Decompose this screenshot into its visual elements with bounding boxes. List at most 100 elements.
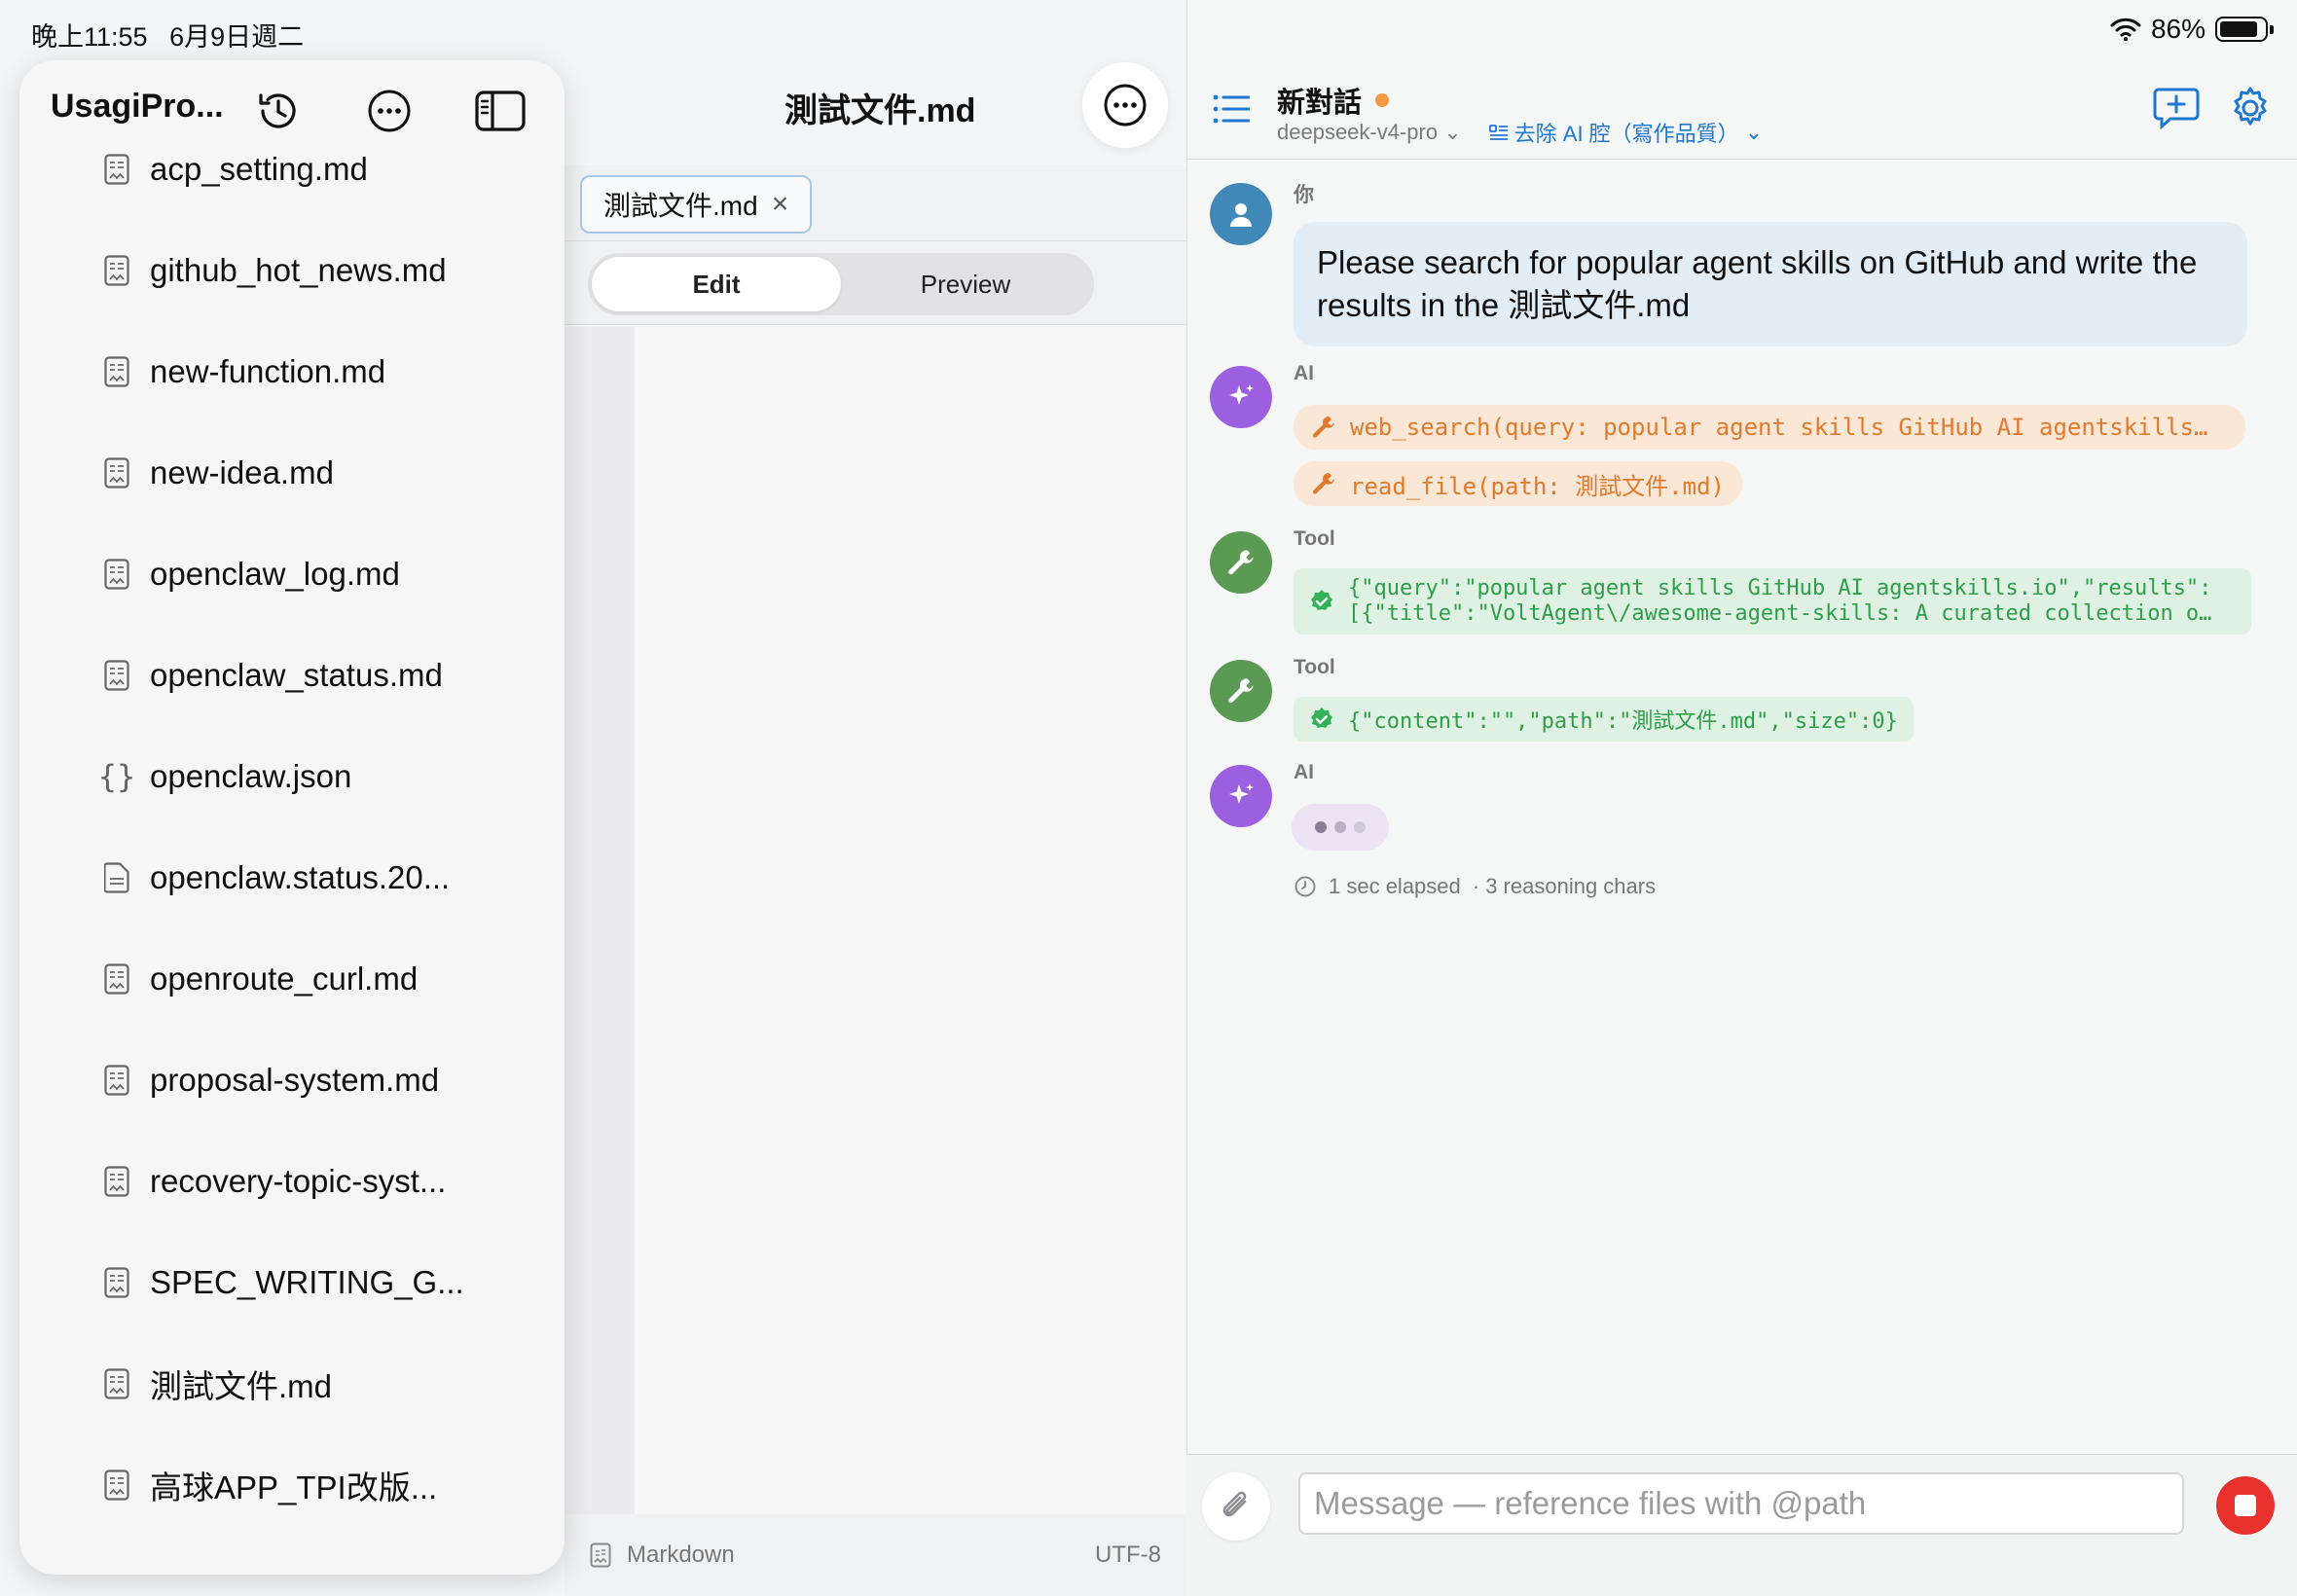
markdown-file-icon (101, 660, 132, 691)
file-item-label: openclaw_status.md (150, 657, 443, 693)
conversation-list-button[interactable] (1213, 93, 1251, 129)
file-item[interactable]: github_hot_news.md (101, 241, 447, 300)
tool-call-read-file[interactable]: read_file(path: 測試文件.md) (1294, 461, 1742, 506)
file-item[interactable]: new-function.md (101, 343, 385, 401)
history-button[interactable] (249, 82, 308, 140)
editor-title: 測試文件.md (784, 92, 976, 129)
sidebar-more-button[interactable] (360, 82, 419, 140)
file-item-label: proposal-system.md (150, 1062, 440, 1098)
tool-result-web-search[interactable]: {"query":"popular agent skills GitHub AI… (1294, 568, 2251, 635)
file-item-label: openclaw_log.md (150, 556, 400, 592)
elapsed-info: 1 sec elapsed · 3 reasoning chars (1294, 874, 1656, 899)
mode-segmented-control: Edit Preview (588, 253, 1094, 315)
tool-avatar (1210, 660, 1272, 722)
attach-button[interactable] (1202, 1472, 1270, 1541)
file-item-label: openclaw.json (150, 758, 352, 794)
wrench-icon (1312, 417, 1334, 438)
wrench-icon (1228, 550, 1254, 575)
user-role-label: 你 (1294, 184, 1314, 206)
markdown-file-icon (101, 356, 132, 387)
file-item[interactable]: openclaw.status.20... (101, 849, 450, 907)
json-file-icon: {} (97, 758, 136, 795)
ai-avatar (1210, 366, 1272, 428)
text-style-icon (1488, 125, 1508, 140)
unsaved-dot (1375, 93, 1390, 107)
text-file-icon (101, 862, 132, 893)
file-item[interactable]: openclaw_log.md (101, 545, 400, 603)
file-item[interactable]: new-idea.md (101, 444, 334, 502)
new-chat-button[interactable] (2153, 86, 2200, 135)
file-item[interactable]: openclaw_status.md (101, 646, 443, 705)
paperclip-icon (1222, 1491, 1247, 1517)
typing-indicator (1292, 804, 1389, 851)
battery-percent: 86% (2150, 14, 2206, 44)
gear-icon (2234, 87, 2267, 126)
file-item[interactable]: openroute_curl.md (101, 950, 418, 1008)
preview-mode-button[interactable]: Preview (841, 257, 1090, 311)
file-item-label: openroute_curl.md (150, 961, 419, 997)
markdown-file-icon (101, 1065, 132, 1096)
markdown-file-icon (101, 154, 132, 185)
sparkle-icon (1229, 384, 1254, 405)
tool-role-label: Tool (1294, 656, 1335, 678)
wrench-icon (1312, 473, 1334, 494)
file-item-label: new-function.md (150, 353, 386, 389)
clock-icon (1294, 876, 1316, 897)
file-item[interactable]: {} openclaw.json (97, 747, 352, 806)
ai-role-label: AI (1294, 362, 1314, 384)
markdown-file-icon (101, 559, 132, 590)
tool-call-web-search[interactable]: web_search(query: popular agent skills G… (1294, 405, 2245, 450)
sidebar-toggle-icon (475, 91, 526, 131)
markdown-file-icon (101, 1368, 132, 1399)
file-item[interactable]: acp_setting.md (101, 140, 368, 199)
markdown-file-icon (590, 1542, 611, 1568)
file-item-label: acp_setting.md (150, 151, 368, 187)
editor-more-button[interactable] (1082, 62, 1168, 148)
markdown-file-icon (101, 255, 132, 286)
tool-role-label: Tool (1294, 527, 1335, 550)
file-item-label: openclaw.status.20... (150, 859, 451, 895)
user-message-bubble: Please search for popular agent skills o… (1294, 222, 2247, 346)
close-icon[interactable]: × (772, 188, 789, 221)
file-item[interactable]: 測試文件.md (101, 1355, 332, 1413)
markdown-file-icon (101, 457, 132, 489)
editor-tab[interactable]: 測試文件.md × (580, 175, 813, 234)
file-item[interactable]: SPEC_WRITING_G... (101, 1253, 464, 1312)
line-gutter (565, 327, 635, 1514)
encoding-label: UTF-8 (1095, 1542, 1161, 1568)
markdown-file-icon (101, 1166, 132, 1197)
edit-mode-button[interactable]: Edit (592, 257, 841, 311)
list-icon (1213, 94, 1251, 124)
project-title[interactable]: UsagiPro... (51, 88, 224, 126)
status-bar-right: 86% (2110, 14, 2274, 45)
message-input[interactable] (1298, 1472, 2184, 1535)
file-item-label: SPEC_WRITING_G... (150, 1264, 464, 1300)
mode-selector[interactable]: 去除 AI 腔（寫作品質） ⌄ (1488, 117, 1763, 148)
user-avatar (1210, 183, 1272, 245)
more-icon (1104, 84, 1147, 127)
battery-icon (2215, 17, 2274, 42)
stop-icon (2235, 1495, 2256, 1516)
settings-button[interactable] (2228, 86, 2273, 135)
history-icon (259, 93, 296, 128)
file-item[interactable]: proposal-system.md (101, 1051, 439, 1109)
file-item[interactable]: recovery-topic-syst... (101, 1152, 446, 1211)
editor-text-area[interactable] (635, 327, 1186, 1514)
status-bar-time: 晚上11:55 6月9日週二 (31, 22, 305, 52)
person-icon (1230, 203, 1252, 227)
language-label: Markdown (627, 1542, 735, 1568)
file-item-label: 高球APP_TPI改版... (150, 1469, 438, 1505)
file-item-label: github_hot_news.md (150, 252, 447, 288)
editor-tab-bar: 測試文件.md × (565, 165, 1186, 241)
verified-check-icon (1311, 590, 1332, 610)
file-item[interactable]: 高球APP_TPI改版... (101, 1456, 437, 1514)
file-item-label: recovery-topic-syst... (150, 1163, 447, 1199)
verified-check-icon (1311, 707, 1332, 728)
chat-header: 新對話 deepseek-v4-pro ⌄ 去除 AI 腔（寫作品質） ⌄ (1187, 60, 2297, 160)
toggle-sidebar-button[interactable] (471, 82, 529, 140)
stop-generation-button[interactable] (2216, 1476, 2275, 1535)
model-selector[interactable]: deepseek-v4-pro ⌄ (1277, 120, 1462, 145)
ai-avatar (1210, 765, 1272, 827)
tool-result-read-file[interactable]: {"content":"","path":"測試文件.md","size":0} (1294, 697, 1914, 742)
more-icon (368, 90, 411, 132)
